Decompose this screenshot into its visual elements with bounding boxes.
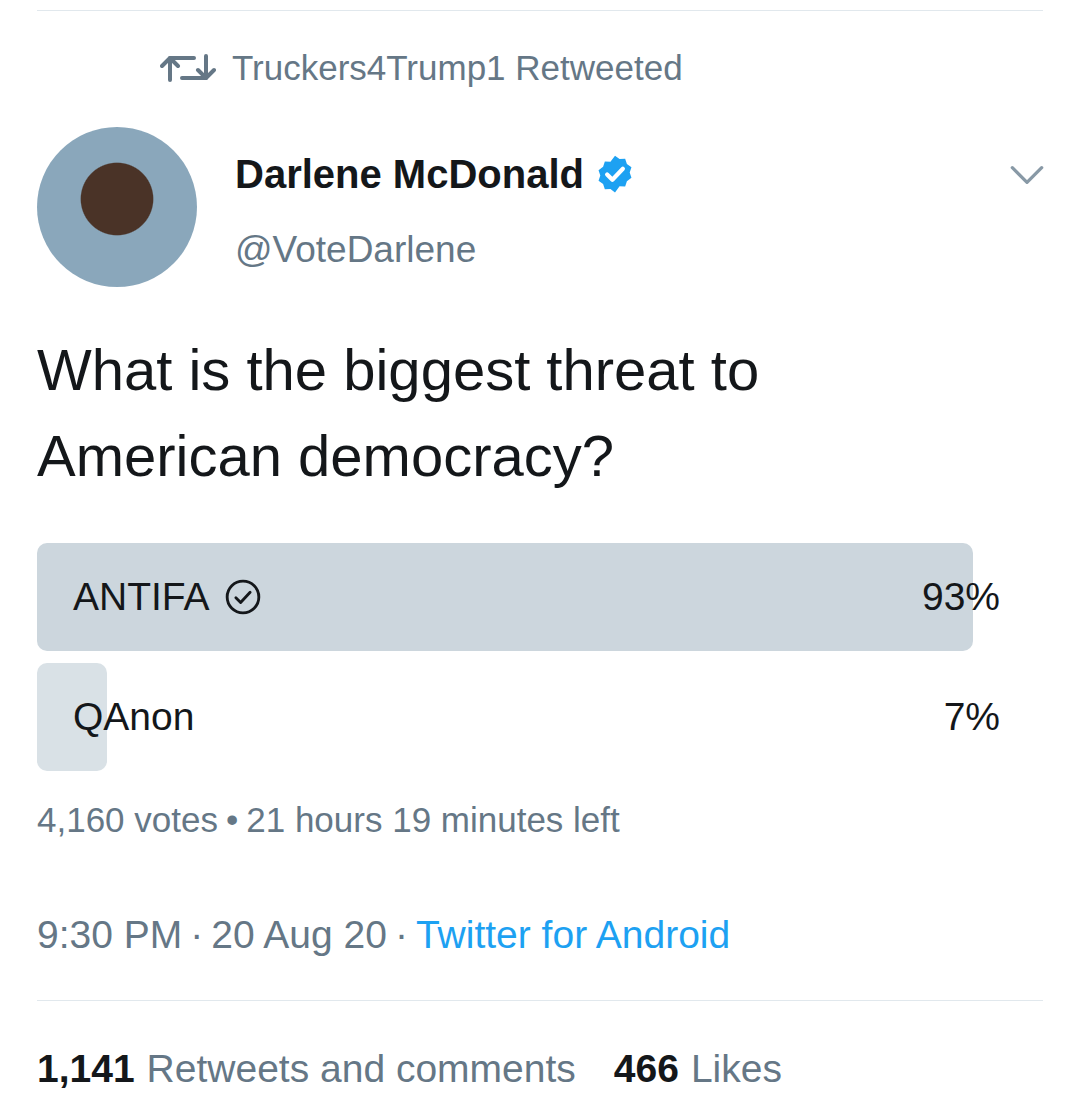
retweeted-by[interactable]: Truckers4Trump1 Retweeted <box>232 41 683 95</box>
stat-count[interactable]: 466 <box>614 1042 679 1096</box>
poll: ANTIFA 93% QAnon 7% <box>37 543 1043 771</box>
verified-icon <box>594 153 636 195</box>
poll-option-percent: 93% <box>922 568 1000 627</box>
author-name[interactable]: Darlene McDonald <box>235 149 584 199</box>
source-link[interactable]: Twitter for Android <box>416 908 730 962</box>
chevron-down-icon[interactable] <box>1005 153 1049 197</box>
separator: • <box>226 795 238 845</box>
stats-divider <box>37 1000 1043 1001</box>
author-name-row: Darlene McDonald <box>235 149 1005 199</box>
poll-option-row: ANTIFA 93% <box>37 543 1043 651</box>
tweet-stats: 1,141Retweets and comments 466Likes <box>37 1042 1043 1096</box>
poll-option-label: ANTIFA <box>73 568 210 627</box>
stat-item[interactable]: 1,141Retweets and comments <box>37 1042 576 1096</box>
author-block: Darlene McDonald @VoteDarlene <box>197 127 1005 275</box>
tweet-text: What is the biggest threat to American d… <box>37 327 1043 499</box>
author-handle[interactable]: @VoteDarlene <box>235 225 1005 275</box>
tweet-date[interactable]: 20 Aug 20 <box>211 908 387 962</box>
separator: · <box>190 908 203 962</box>
top-divider <box>37 10 1043 11</box>
poll-option: ANTIFA 93% <box>37 543 1043 651</box>
retweet-line: Truckers4Trump1 Retweeted <box>37 41 1043 95</box>
stat-label[interactable]: Retweets and comments <box>147 1042 576 1096</box>
avatar[interactable] <box>37 127 197 287</box>
stat-count[interactable]: 1,141 <box>37 1042 135 1096</box>
poll-option-row: QAnon 7% <box>37 663 1043 771</box>
vote-count: 4,160 votes <box>37 795 218 845</box>
tweet-meta: 9:30 PM·20 Aug 20·Twitter for Android <box>37 908 1043 962</box>
time-left: 21 hours 19 minutes left <box>246 795 620 845</box>
poll-option-label: QAnon <box>73 688 194 747</box>
poll-summary: 4,160 votes•21 hours 19 minutes left <box>37 795 1043 845</box>
retweet-icon <box>160 48 216 88</box>
separator: · <box>395 908 408 962</box>
tweet-header: Darlene McDonald @VoteDarlene <box>37 127 1043 287</box>
stat-label[interactable]: Likes <box>691 1042 782 1096</box>
check-circle-icon <box>224 578 262 616</box>
stat-item[interactable]: 466Likes <box>614 1042 782 1096</box>
tweet-time[interactable]: 9:30 PM <box>37 908 182 962</box>
poll-option-percent: 7% <box>944 688 1000 747</box>
poll-option: QAnon 7% <box>37 663 1043 771</box>
